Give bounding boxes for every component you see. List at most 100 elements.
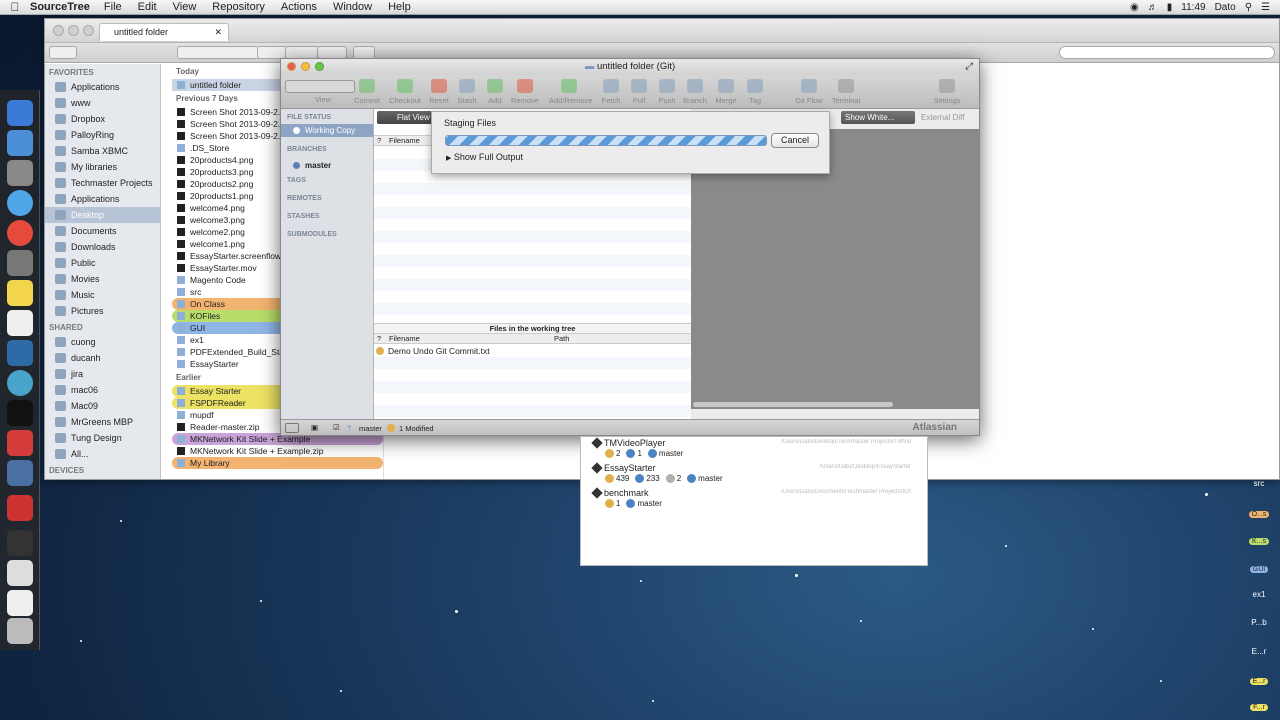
sidebar-item-dropbox[interactable]: Dropbox	[45, 111, 160, 127]
stickies-dock-icon[interactable]	[7, 280, 33, 306]
path-column[interactable]: Path	[554, 334, 569, 343]
app-store-dock-icon[interactable]	[7, 130, 33, 156]
external-diff-button[interactable]: External Diff	[921, 111, 977, 124]
sidebar-item-downloads[interactable]: Downloads	[45, 239, 160, 255]
toolbar-commit-button[interactable]: Commit	[347, 79, 387, 105]
menu-edit[interactable]: Edit	[138, 1, 157, 13]
status-column[interactable]: ?	[377, 136, 381, 145]
sourcetree-dock-icon[interactable]	[7, 370, 33, 396]
desktop-item[interactable]: E...r	[1246, 647, 1272, 656]
battery-icon[interactable]: ▮	[1167, 2, 1173, 13]
menu-repository[interactable]: Repository	[212, 1, 265, 13]
finder-zoom-button[interactable]	[83, 25, 94, 36]
wifi-icon[interactable]: ◉	[1130, 2, 1139, 13]
sidebar-item-palloyring[interactable]: PalloyRing	[45, 127, 160, 143]
system-prefs-dock-icon[interactable]	[7, 250, 33, 276]
pdf-dock-icon[interactable]	[7, 495, 33, 521]
st-zoom-button[interactable]	[315, 62, 324, 71]
st-close-button[interactable]	[287, 62, 296, 71]
toolbar-terminal-button[interactable]: Terminal	[826, 79, 866, 105]
sidebar-item-applications[interactable]: Applications	[45, 79, 160, 95]
sidebar-item-master[interactable]: master	[281, 159, 373, 172]
sidebar-shared-tung[interactable]: Tung Design	[45, 430, 160, 446]
menu-file[interactable]: File	[104, 1, 122, 13]
stash-icon[interactable]: ▣	[311, 423, 318, 432]
status-column[interactable]: ?	[377, 334, 381, 343]
menu-view[interactable]: View	[173, 1, 197, 13]
show-whitespace-button[interactable]: Show White...	[841, 111, 915, 124]
instruments-dock-icon[interactable]	[7, 340, 33, 366]
notification-center-icon[interactable]: ☰	[1261, 2, 1270, 13]
remotes-header[interactable]: REMOTES	[281, 190, 373, 208]
sidebar-item-public[interactable]: Public	[45, 255, 160, 271]
textedit-dock-icon[interactable]	[7, 310, 33, 336]
trash-dock-icon[interactable]	[7, 618, 33, 644]
finder-close-button[interactable]	[53, 25, 64, 36]
toolbar-tag-button[interactable]: Tag	[735, 79, 775, 105]
safari-dock-icon[interactable]	[7, 190, 33, 216]
menubar-clock[interactable]: 11:49	[1181, 2, 1205, 13]
cancel-button[interactable]: Cancel	[771, 133, 819, 148]
repo-item[interactable]: TMVideoPlayer /Users/Dato/Desktop/Techma…	[581, 437, 927, 462]
display-dock-icon[interactable]	[7, 530, 33, 556]
sidebar-item-applications-2[interactable]: Applications	[45, 191, 160, 207]
st-minimize-button[interactable]	[301, 62, 310, 71]
sidebar-shared-mac09[interactable]: Mac09	[45, 398, 160, 414]
tags-header[interactable]: TAGS	[281, 172, 373, 190]
toolbar-settings-button[interactable]: Settings	[927, 79, 967, 105]
filename-column[interactable]: Filename	[389, 136, 420, 145]
volume-icon[interactable]: ♬	[1148, 2, 1158, 13]
list-item[interactable]: My Library	[172, 457, 383, 469]
finder-dock-icon[interactable]	[7, 100, 33, 126]
show-full-output-toggle[interactable]: ▶ Show Full Output	[446, 152, 523, 162]
view-mode-buttons[interactable]	[177, 46, 259, 59]
list-item[interactable]: MKNetwork Kit Slide + Example.zip	[172, 445, 383, 457]
sidebar-item-desktop[interactable]: Desktop	[45, 207, 160, 223]
sidebar-item-music[interactable]: Music	[45, 287, 160, 303]
document-dock-icon[interactable]	[7, 560, 33, 586]
stack-dock-icon[interactable]	[7, 590, 33, 616]
desktop-item[interactable]: src	[1246, 479, 1272, 488]
sidebar-shared-ducanh[interactable]: ducanh	[45, 350, 160, 366]
sidebar-shared-all[interactable]: All...	[45, 446, 160, 462]
sidebar-item-working-copy[interactable]: Working Copy	[281, 124, 373, 137]
sidebar-shared-cuong[interactable]: cuong	[45, 334, 160, 350]
back-forward-button[interactable]	[49, 46, 77, 59]
sidebar-item-www[interactable]: www	[45, 95, 160, 111]
sidebar-item-pictures[interactable]: Pictures	[45, 303, 160, 319]
desktop-item[interactable]: E...r	[1246, 676, 1272, 685]
terminal-dock-icon[interactable]	[7, 400, 33, 426]
menu-help[interactable]: Help	[388, 1, 411, 13]
desktop-item[interactable]: O...s	[1246, 509, 1272, 518]
finder-search-input[interactable]	[1059, 46, 1275, 59]
sidebar-item-documents[interactable]: Documents	[45, 223, 160, 239]
filename-column[interactable]: Filename	[389, 334, 420, 343]
desktop-item[interactable]: K...s	[1246, 536, 1272, 545]
commit-icon[interactable]: ☑	[333, 423, 340, 432]
screenflow-dock-icon[interactable]	[7, 430, 33, 456]
tab-close-icon[interactable]: ✕	[214, 24, 222, 41]
sidebar-item-samba[interactable]: Samba XBMC	[45, 143, 160, 159]
launchpad-dock-icon[interactable]	[7, 160, 33, 186]
toolbar-add-remove-button[interactable]: Add/Remove	[549, 79, 592, 105]
sidebar-item-my-libraries[interactable]: My libraries	[45, 159, 160, 175]
fullscreen-icon[interactable]: ⤢	[965, 59, 973, 75]
submodules-header[interactable]: SUBMODULES	[281, 226, 373, 244]
finder-minimize-button[interactable]	[68, 25, 79, 36]
branches-header[interactable]: BRANCHES	[281, 141, 373, 159]
toolbar-remove-button[interactable]: Remove	[505, 79, 545, 105]
sidebar-toggle-icon[interactable]	[285, 423, 299, 433]
stashes-header[interactable]: STASHES	[281, 208, 373, 226]
sidebar-shared-mac06[interactable]: mac06	[45, 382, 160, 398]
sidebar-item-techmaster[interactable]: Techmaster Projects	[45, 175, 160, 191]
repo-item[interactable]: benchmark /Users/Dato/Documents/Techmast…	[581, 487, 927, 512]
sidebar-item-movies[interactable]: Movies	[45, 271, 160, 287]
repo-item[interactable]: EssayStarter /Users/Dato/Desktop/EssaySt…	[581, 462, 927, 487]
chrome-dock-icon[interactable]	[7, 220, 33, 246]
table-row[interactable]: Demo Undo Git Commit.txt	[374, 345, 691, 357]
desktop-item[interactable]: F...r	[1246, 702, 1272, 711]
video-dock-icon[interactable]	[7, 460, 33, 486]
view-toggle[interactable]	[285, 80, 355, 93]
menu-window[interactable]: Window	[333, 1, 372, 13]
finder-tab[interactable]: untitled folder ✕	[99, 23, 229, 41]
